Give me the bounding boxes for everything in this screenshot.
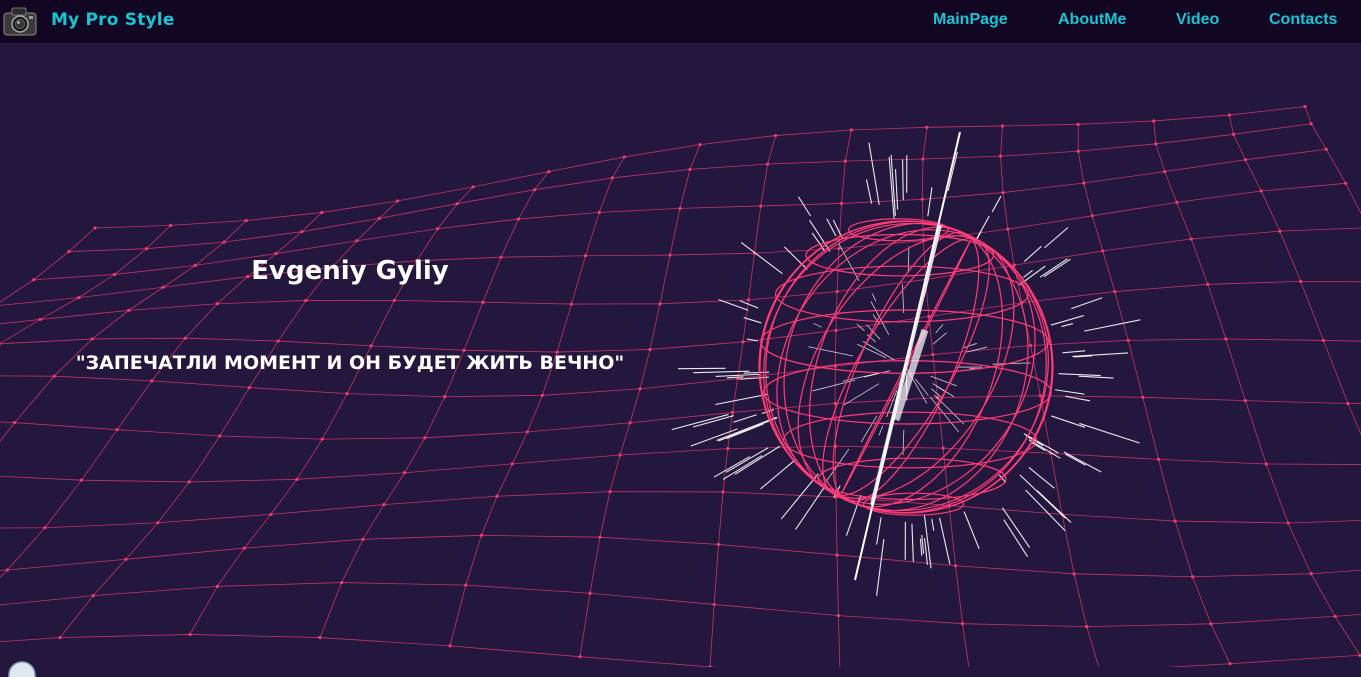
nav-link-aboutme[interactable]: AboutMe	[1058, 11, 1126, 29]
nav-link-mainpage[interactable]: MainPage	[933, 11, 1008, 29]
scroll-widget-icon[interactable]	[6, 657, 38, 677]
hero-name: Evgeniy Gyliy	[0, 256, 700, 286]
top-navbar: My Pro Style MainPage AboutMe Video Cont…	[0, 0, 1361, 43]
hero-quote: "ЗАПЕЧАТЛИ МОМЕНТ И ОН БУДЕТ ЖИТЬ ВЕЧНО"	[0, 352, 700, 374]
nav-link-contacts[interactable]: Contacts	[1269, 11, 1337, 29]
brand-title[interactable]: My Pro Style	[51, 10, 175, 30]
camera-icon[interactable]	[2, 4, 38, 38]
wireframe-grid	[0, 105, 1361, 667]
nav-link-video[interactable]: Video	[1176, 11, 1219, 29]
